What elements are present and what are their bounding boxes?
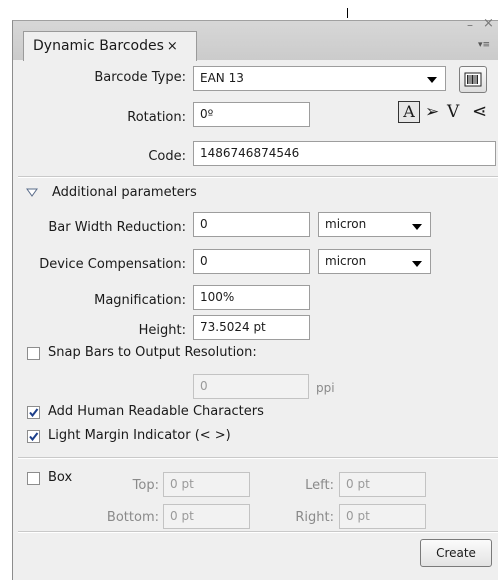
code-field[interactable]: 1486746874546 xyxy=(193,141,496,166)
device-compensation-unit-value: micron xyxy=(325,254,367,268)
divider xyxy=(18,531,498,533)
rotation-label: Rotation: xyxy=(127,110,186,125)
height-value: 73.5024 pt xyxy=(200,320,266,334)
box-right-label: Right: xyxy=(295,510,334,525)
disclosure-triangle-icon[interactable] xyxy=(26,188,38,197)
minimize-icon[interactable]: – xyxy=(467,18,473,32)
resolution-field[interactable]: 0 xyxy=(193,374,309,399)
box-right-value: 0 pt xyxy=(346,509,370,523)
rotation-field[interactable]: 0º xyxy=(193,102,310,127)
tab-close-icon[interactable]: × xyxy=(167,39,178,54)
orientation-0-button[interactable]: A xyxy=(398,101,420,123)
barcode-preview-button[interactable] xyxy=(459,66,487,93)
height-label: Height: xyxy=(138,323,186,338)
checkmark-icon xyxy=(29,408,39,418)
light-margin-checkbox[interactable] xyxy=(27,430,40,443)
box-left-value: 0 pt xyxy=(346,477,370,491)
box-top-value: 0 pt xyxy=(170,477,194,491)
human-readable-label: Add Human Readable Characters xyxy=(48,404,264,419)
snap-bars-label: Snap Bars to Output Resolution: xyxy=(48,345,257,360)
magnification-field[interactable]: 100% xyxy=(193,285,310,310)
divider xyxy=(18,457,498,459)
box-top-field[interactable]: 0 pt xyxy=(163,472,250,497)
chevron-down-icon[interactable] xyxy=(412,224,422,230)
box-top-label: Top: xyxy=(132,478,159,493)
checkmark-icon xyxy=(29,432,39,442)
create-button[interactable]: Create xyxy=(420,539,492,567)
box-bottom-field[interactable]: 0 pt xyxy=(163,504,250,529)
barcode-type-label: Barcode Type: xyxy=(94,70,186,85)
human-readable-checkbox[interactable] xyxy=(27,406,40,419)
orientation-270-button[interactable]: ⋖ xyxy=(472,101,487,123)
box-label: Box xyxy=(48,470,73,485)
box-checkbox[interactable] xyxy=(27,472,40,485)
box-bottom-value: 0 pt xyxy=(170,509,194,523)
code-label: Code: xyxy=(148,149,186,164)
barcode-type-value: EAN 13 xyxy=(200,71,244,85)
box-bottom-label: Bottom: xyxy=(106,510,159,525)
device-compensation-value: 0 xyxy=(200,254,208,268)
close-panel-icon[interactable]: × xyxy=(483,16,494,31)
code-value: 1486746874546 xyxy=(200,146,300,160)
bar-width-reduction-value: 0 xyxy=(200,217,208,231)
height-field[interactable]: 73.5024 pt xyxy=(193,315,310,340)
magnification-label: Magnification: xyxy=(94,293,186,308)
tab-title: Dynamic Barcodes xyxy=(33,38,164,54)
bar-width-reduction-field[interactable]: 0 xyxy=(193,212,310,237)
chevron-down-icon[interactable] xyxy=(427,77,437,83)
cursor-mark xyxy=(347,8,348,18)
magnification-value: 100% xyxy=(200,290,235,304)
device-compensation-field[interactable]: 0 xyxy=(193,249,310,274)
resolution-unit-label: ppi xyxy=(316,381,335,395)
light-margin-label: Light Margin Indicator (< >) xyxy=(48,428,231,443)
divider xyxy=(18,176,498,178)
orientation-180-button[interactable]: V xyxy=(447,101,459,123)
box-left-label: Left: xyxy=(305,478,334,493)
bar-width-unit-value: micron xyxy=(325,217,367,231)
device-compensation-label: Device Compensation: xyxy=(39,257,186,272)
orientation-0-glyph: A xyxy=(403,102,415,121)
chevron-down-icon[interactable] xyxy=(412,261,422,267)
panel-menu-icon[interactable]: ▾≡ xyxy=(478,40,490,50)
barcode-type-select[interactable]: EAN 13 xyxy=(193,66,446,91)
tab-dynamic-barcodes[interactable]: Dynamic Barcodes × xyxy=(23,31,197,61)
rotation-value: 0º xyxy=(200,107,214,121)
orientation-90-button[interactable]: ➢ xyxy=(425,101,439,123)
barcode-icon xyxy=(464,72,482,87)
box-left-field[interactable]: 0 pt xyxy=(339,472,426,497)
resolution-value: 0 xyxy=(200,379,208,393)
snap-bars-checkbox[interactable] xyxy=(27,347,40,360)
additional-parameters-header[interactable]: Additional parameters xyxy=(52,185,197,200)
bar-width-reduction-label: Bar Width Reduction: xyxy=(48,220,186,235)
box-right-field[interactable]: 0 pt xyxy=(339,504,426,529)
